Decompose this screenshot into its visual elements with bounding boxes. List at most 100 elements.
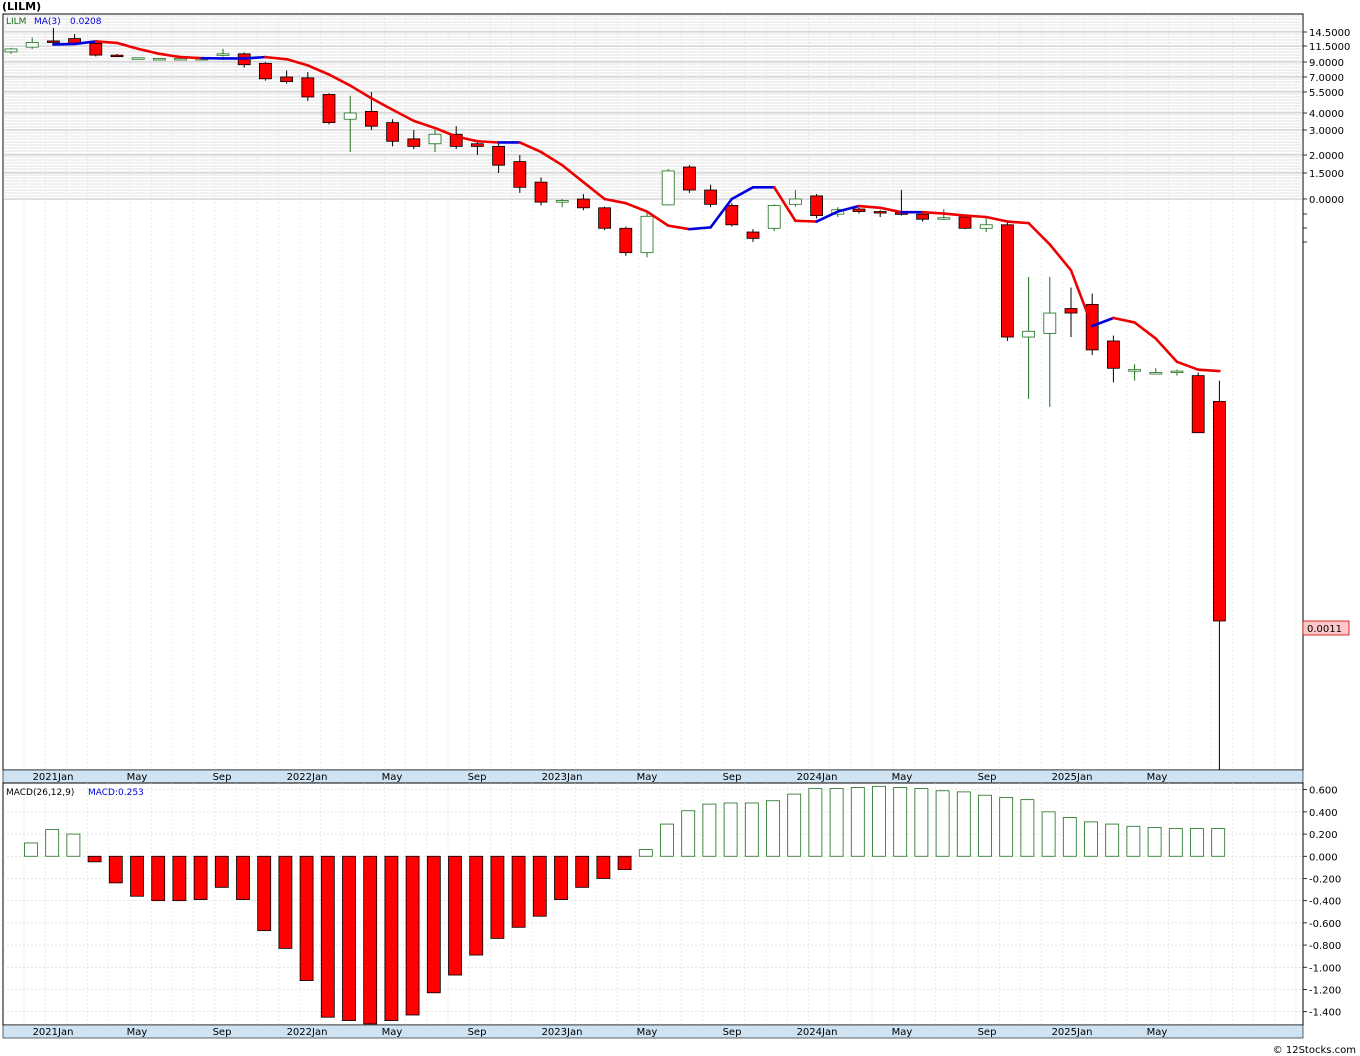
macd-bar [935, 790, 950, 857]
last-price-label: 0.0011 [1307, 624, 1342, 635]
x-tick-label: Sep [723, 1027, 742, 1038]
x-tick-label: 2022Jan [287, 772, 328, 783]
candle-body [598, 207, 611, 229]
ma-segment [1196, 368, 1221, 373]
price-y-tick-label: 1.5000 [1309, 169, 1344, 180]
candle-body [555, 200, 569, 203]
candle-body [958, 216, 972, 229]
macd-bar [999, 797, 1014, 857]
candle-body [407, 138, 421, 147]
macd-y-tick-label: 0.600 [1309, 786, 1338, 797]
price-y-tick-label: 14.5000 [1309, 28, 1350, 39]
candle-body [1170, 370, 1184, 374]
macd-y-tick-label: -0.200 [1309, 874, 1341, 885]
ma-segment [476, 139, 500, 144]
candle-body [301, 77, 315, 98]
macd-bar [214, 855, 229, 888]
price-panel-frame [2, 13, 1304, 771]
candle-body [4, 48, 18, 53]
x-tick-label: Sep [978, 772, 997, 783]
candle-body [386, 122, 400, 142]
price-y-tick-label: 2.0000 [1309, 151, 1344, 162]
candle-body [1001, 224, 1014, 338]
candle-body [640, 215, 654, 254]
macd-bar [956, 791, 971, 857]
macd-panel-frame [2, 782, 1304, 1026]
macd-bar [87, 855, 102, 863]
candle-body [979, 224, 993, 229]
macd-bar [299, 855, 314, 981]
macd-bar [384, 855, 399, 1021]
candle-body [1191, 375, 1205, 434]
candle-body [258, 62, 272, 80]
macd-bar [638, 849, 653, 857]
candle-body [1128, 369, 1141, 372]
ma-segment [963, 214, 988, 219]
macd-bar [1168, 828, 1183, 857]
macd-bar [278, 855, 293, 949]
macd-bar [130, 855, 144, 897]
candle-body [746, 231, 760, 239]
candle-body [1213, 400, 1226, 622]
ma-segment [179, 55, 204, 60]
macd-y-tick-label: -0.400 [1309, 897, 1341, 908]
x-tick-label: May [1147, 1027, 1168, 1038]
price-y-tick-label: 3.0000 [1309, 126, 1344, 137]
x-tick-label: May [127, 1027, 148, 1038]
x-tick-label: Sep [213, 772, 232, 783]
candle-body [1107, 340, 1120, 369]
candle-body [25, 42, 39, 48]
macd-y-tick-label: 0.400 [1309, 808, 1338, 819]
macd-y-tick-label: -1.200 [1309, 985, 1341, 996]
macd-bar [660, 823, 674, 857]
macd-bar [342, 855, 356, 1021]
price-legend: LILM MA(3) 0.0208 [6, 17, 102, 27]
macd-y-tick-label: -1.000 [1309, 963, 1341, 974]
macd-bar [617, 855, 632, 870]
candle-body [131, 57, 145, 60]
ma-segment [794, 219, 818, 223]
macd-y-axis: 0.600 0.400 0.200 0.000 -0.200 -0.400 -0.600 -0… [1303, 786, 1341, 1019]
x-tick-label: May [892, 772, 913, 783]
macd-bar [490, 855, 505, 939]
candle-body [1064, 308, 1078, 314]
chart-canvas: 2021Jan May Sep 2022Jan May Sep 2023Jan May Sep 2… [2, 13, 1350, 1039]
x-tick-label: Sep [213, 1027, 232, 1038]
last-price-tag: 0.0011 [1302, 620, 1350, 636]
ma-segment [1006, 220, 1030, 225]
ma-segment [242, 55, 267, 60]
x-tick-label: May [382, 1027, 403, 1038]
candle-body [534, 181, 548, 203]
macd-bar [1190, 828, 1204, 857]
ma-segment [688, 226, 712, 231]
candle-body [873, 211, 887, 214]
copyright: © 12Stocks.com [1272, 1045, 1356, 1056]
candle-body [470, 143, 484, 147]
macd-y-tick-label: -0.800 [1309, 941, 1341, 952]
candle-body [492, 145, 506, 166]
candle-body [322, 94, 336, 124]
legend-symbol: LILM [6, 17, 26, 27]
candle-body [767, 205, 781, 229]
macd-bar [744, 802, 759, 857]
macd-bar [850, 787, 865, 857]
legend-ma-value: 0.0208 [70, 17, 102, 27]
macd-bar [1041, 811, 1056, 857]
macd-bar [829, 788, 844, 857]
macd-bar [723, 802, 738, 857]
candle-body [577, 198, 590, 209]
macd-bar [1020, 799, 1035, 857]
macd-legend-label: MACD(26,12,9) [6, 788, 74, 798]
macd-y-tick-label: 0.200 [1309, 830, 1338, 841]
x-tick-label: 2023Jan [542, 1027, 583, 1038]
macd-y-tick-label: -1.400 [1309, 1008, 1341, 1019]
x-tick-label: May [127, 772, 148, 783]
candle-body [216, 53, 230, 56]
macd-bar [1147, 827, 1162, 857]
candle-body [89, 43, 103, 56]
macd-bar [151, 855, 166, 902]
macd-y-tick-label: 0.000 [1309, 852, 1338, 863]
x-tick-label: 2024Jan [797, 1027, 838, 1038]
candle-body [428, 133, 442, 145]
x-tick-label: 2023Jan [542, 772, 583, 783]
